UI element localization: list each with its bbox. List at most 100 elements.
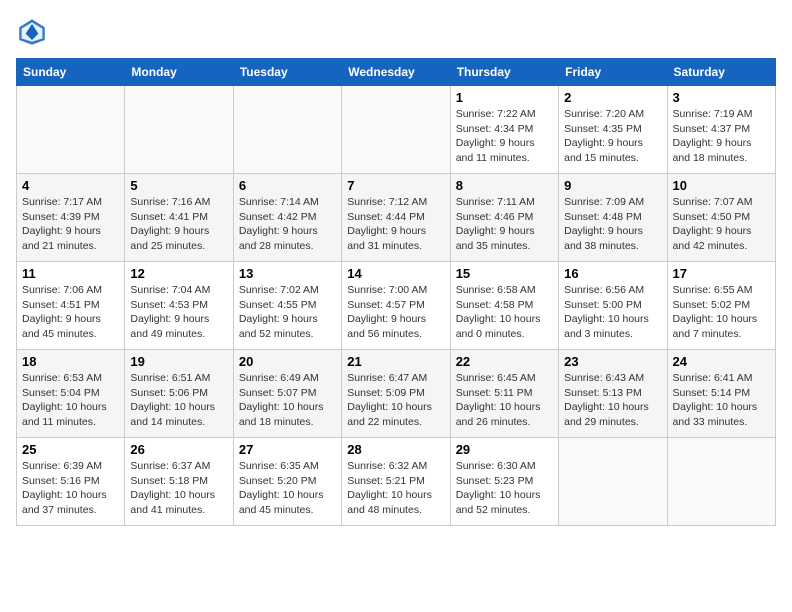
day-detail: Sunrise: 6:58 AM Sunset: 4:58 PM Dayligh… <box>456 283 553 342</box>
calendar-day-11: 11Sunrise: 7:06 AM Sunset: 4:51 PM Dayli… <box>17 262 125 350</box>
day-number: 15 <box>456 266 553 281</box>
calendar-day-27: 27 Sunrise: 6:35 AM Sunset: 5:20 PM Dayli… <box>233 438 341 526</box>
calendar-day-20: 20 Sunrise: 6:49 AM Sunset: 5:07 PM Dayli… <box>233 350 341 438</box>
day-number: 4 <box>22 178 119 193</box>
calendar-day-24: 24 Sunrise: 6:41 AM Sunset: 5:14 PM Dayli… <box>667 350 775 438</box>
day-number: 17 <box>673 266 770 281</box>
day-number: 12 <box>130 266 227 281</box>
day-number: 29 <box>456 442 553 457</box>
calendar-week-row: 11Sunrise: 7:06 AM Sunset: 4:51 PM Dayli… <box>17 262 776 350</box>
calendar-week-row: 25 Sunrise: 6:39 AM Sunset: 5:16 PM Dayli… <box>17 438 776 526</box>
calendar-week-row: 4 Sunrise: 7:17 AM Sunset: 4:39 PM Daylig… <box>17 174 776 262</box>
calendar-day-25: 25 Sunrise: 6:39 AM Sunset: 5:16 PM Dayli… <box>17 438 125 526</box>
calendar-day-22: 22 Sunrise: 6:45 AM Sunset: 5:11 PM Dayli… <box>450 350 558 438</box>
calendar-empty-cell <box>125 86 233 174</box>
page-header <box>16 16 776 48</box>
calendar-empty-cell <box>342 86 450 174</box>
calendar-day-15: 15 Sunrise: 6:58 AM Sunset: 4:58 PM Dayli… <box>450 262 558 350</box>
calendar-day-19: 19 Sunrise: 6:51 AM Sunset: 5:06 PM Dayli… <box>125 350 233 438</box>
logo-icon <box>16 16 48 48</box>
day-number: 21 <box>347 354 444 369</box>
calendar-empty-cell <box>667 438 775 526</box>
calendar-day-7: 7 Sunrise: 7:12 AM Sunset: 4:44 PM Daylig… <box>342 174 450 262</box>
day-detail: Sunrise: 6:37 AM Sunset: 5:18 PM Dayligh… <box>130 459 227 518</box>
day-number: 22 <box>456 354 553 369</box>
day-detail: Sunrise: 7:17 AM Sunset: 4:39 PM Dayligh… <box>22 195 119 254</box>
calendar-day-6: 6 Sunrise: 7:14 AM Sunset: 4:42 PM Daylig… <box>233 174 341 262</box>
calendar-day-23: 23 Sunrise: 6:43 AM Sunset: 5:13 PM Dayli… <box>559 350 667 438</box>
calendar-day-28: 28 Sunrise: 6:32 AM Sunset: 5:21 PM Dayli… <box>342 438 450 526</box>
day-number: 2 <box>564 90 661 105</box>
calendar-day-2: 2 Sunrise: 7:20 AM Sunset: 4:35 PM Daylig… <box>559 86 667 174</box>
logo <box>16 16 52 48</box>
calendar-empty-cell <box>17 86 125 174</box>
calendar-day-14: 14 Sunrise: 7:00 AM Sunset: 4:57 PM Dayli… <box>342 262 450 350</box>
calendar-day-21: 21Sunrise: 6:47 AM Sunset: 5:09 PM Dayli… <box>342 350 450 438</box>
calendar-day-29: 29 Sunrise: 6:30 AM Sunset: 5:23 PM Dayli… <box>450 438 558 526</box>
calendar-day-1: 1 Sunrise: 7:22 AM Sunset: 4:34 PM Daylig… <box>450 86 558 174</box>
calendar-header-monday: Monday <box>125 59 233 86</box>
day-number: 8 <box>456 178 553 193</box>
calendar-week-row: 1 Sunrise: 7:22 AM Sunset: 4:34 PM Daylig… <box>17 86 776 174</box>
day-detail: Sunrise: 7:09 AM Sunset: 4:48 PM Dayligh… <box>564 195 661 254</box>
calendar-header-wednesday: Wednesday <box>342 59 450 86</box>
calendar-day-26: 26 Sunrise: 6:37 AM Sunset: 5:18 PM Dayli… <box>125 438 233 526</box>
day-number: 24 <box>673 354 770 369</box>
day-number: 18 <box>22 354 119 369</box>
day-number: 1 <box>456 90 553 105</box>
calendar-header-friday: Friday <box>559 59 667 86</box>
calendar-day-10: 10 Sunrise: 7:07 AM Sunset: 4:50 PM Dayli… <box>667 174 775 262</box>
day-number: 13 <box>239 266 336 281</box>
day-number: 16 <box>564 266 661 281</box>
day-detail: Sunrise: 6:41 AM Sunset: 5:14 PM Dayligh… <box>673 371 770 430</box>
day-number: 25 <box>22 442 119 457</box>
day-number: 26 <box>130 442 227 457</box>
day-number: 23 <box>564 354 661 369</box>
day-detail: Sunrise: 6:49 AM Sunset: 5:07 PM Dayligh… <box>239 371 336 430</box>
day-detail: Sunrise: 6:55 AM Sunset: 5:02 PM Dayligh… <box>673 283 770 342</box>
day-detail: Sunrise: 6:39 AM Sunset: 5:16 PM Dayligh… <box>22 459 119 518</box>
day-number: 19 <box>130 354 227 369</box>
day-number: 10 <box>673 178 770 193</box>
calendar-table: SundayMondayTuesdayWednesdayThursdayFrid… <box>16 58 776 526</box>
day-number: 14 <box>347 266 444 281</box>
calendar-day-3: 3 Sunrise: 7:19 AM Sunset: 4:37 PM Daylig… <box>667 86 775 174</box>
calendar-empty-cell <box>559 438 667 526</box>
day-number: 9 <box>564 178 661 193</box>
calendar-week-row: 18 Sunrise: 6:53 AM Sunset: 5:04 PM Dayli… <box>17 350 776 438</box>
calendar-day-4: 4 Sunrise: 7:17 AM Sunset: 4:39 PM Daylig… <box>17 174 125 262</box>
day-number: 28 <box>347 442 444 457</box>
day-number: 5 <box>130 178 227 193</box>
day-detail: Sunrise: 6:32 AM Sunset: 5:21 PM Dayligh… <box>347 459 444 518</box>
day-number: 3 <box>673 90 770 105</box>
calendar-header-saturday: Saturday <box>667 59 775 86</box>
calendar-header-tuesday: Tuesday <box>233 59 341 86</box>
day-detail: Sunrise: 7:00 AM Sunset: 4:57 PM Dayligh… <box>347 283 444 342</box>
day-detail: Sunrise: 7:02 AM Sunset: 4:55 PM Dayligh… <box>239 283 336 342</box>
day-detail: Sunrise: 7:14 AM Sunset: 4:42 PM Dayligh… <box>239 195 336 254</box>
calendar-header-sunday: Sunday <box>17 59 125 86</box>
day-detail: Sunrise: 6:43 AM Sunset: 5:13 PM Dayligh… <box>564 371 661 430</box>
day-detail: Sunrise: 7:12 AM Sunset: 4:44 PM Dayligh… <box>347 195 444 254</box>
day-detail: Sunrise: 6:45 AM Sunset: 5:11 PM Dayligh… <box>456 371 553 430</box>
day-detail: Sunrise: 7:19 AM Sunset: 4:37 PM Dayligh… <box>673 107 770 166</box>
calendar-empty-cell <box>233 86 341 174</box>
day-detail: Sunrise: 6:35 AM Sunset: 5:20 PM Dayligh… <box>239 459 336 518</box>
calendar-day-5: 5Sunrise: 7:16 AM Sunset: 4:41 PM Daylig… <box>125 174 233 262</box>
day-detail: Sunrise: 7:20 AM Sunset: 4:35 PM Dayligh… <box>564 107 661 166</box>
day-detail: Sunrise: 7:22 AM Sunset: 4:34 PM Dayligh… <box>456 107 553 166</box>
calendar-header-thursday: Thursday <box>450 59 558 86</box>
day-detail: Sunrise: 6:51 AM Sunset: 5:06 PM Dayligh… <box>130 371 227 430</box>
day-detail: Sunrise: 6:56 AM Sunset: 5:00 PM Dayligh… <box>564 283 661 342</box>
day-number: 27 <box>239 442 336 457</box>
day-number: 7 <box>347 178 444 193</box>
day-detail: Sunrise: 6:30 AM Sunset: 5:23 PM Dayligh… <box>456 459 553 518</box>
day-number: 6 <box>239 178 336 193</box>
day-detail: Sunrise: 7:04 AM Sunset: 4:53 PM Dayligh… <box>130 283 227 342</box>
day-number: 20 <box>239 354 336 369</box>
day-detail: Sunrise: 6:53 AM Sunset: 5:04 PM Dayligh… <box>22 371 119 430</box>
day-detail: Sunrise: 7:07 AM Sunset: 4:50 PM Dayligh… <box>673 195 770 254</box>
day-detail: Sunrise: 7:11 AM Sunset: 4:46 PM Dayligh… <box>456 195 553 254</box>
calendar-day-8: 8 Sunrise: 7:11 AM Sunset: 4:46 PM Daylig… <box>450 174 558 262</box>
calendar-day-12: 12 Sunrise: 7:04 AM Sunset: 4:53 PM Dayli… <box>125 262 233 350</box>
